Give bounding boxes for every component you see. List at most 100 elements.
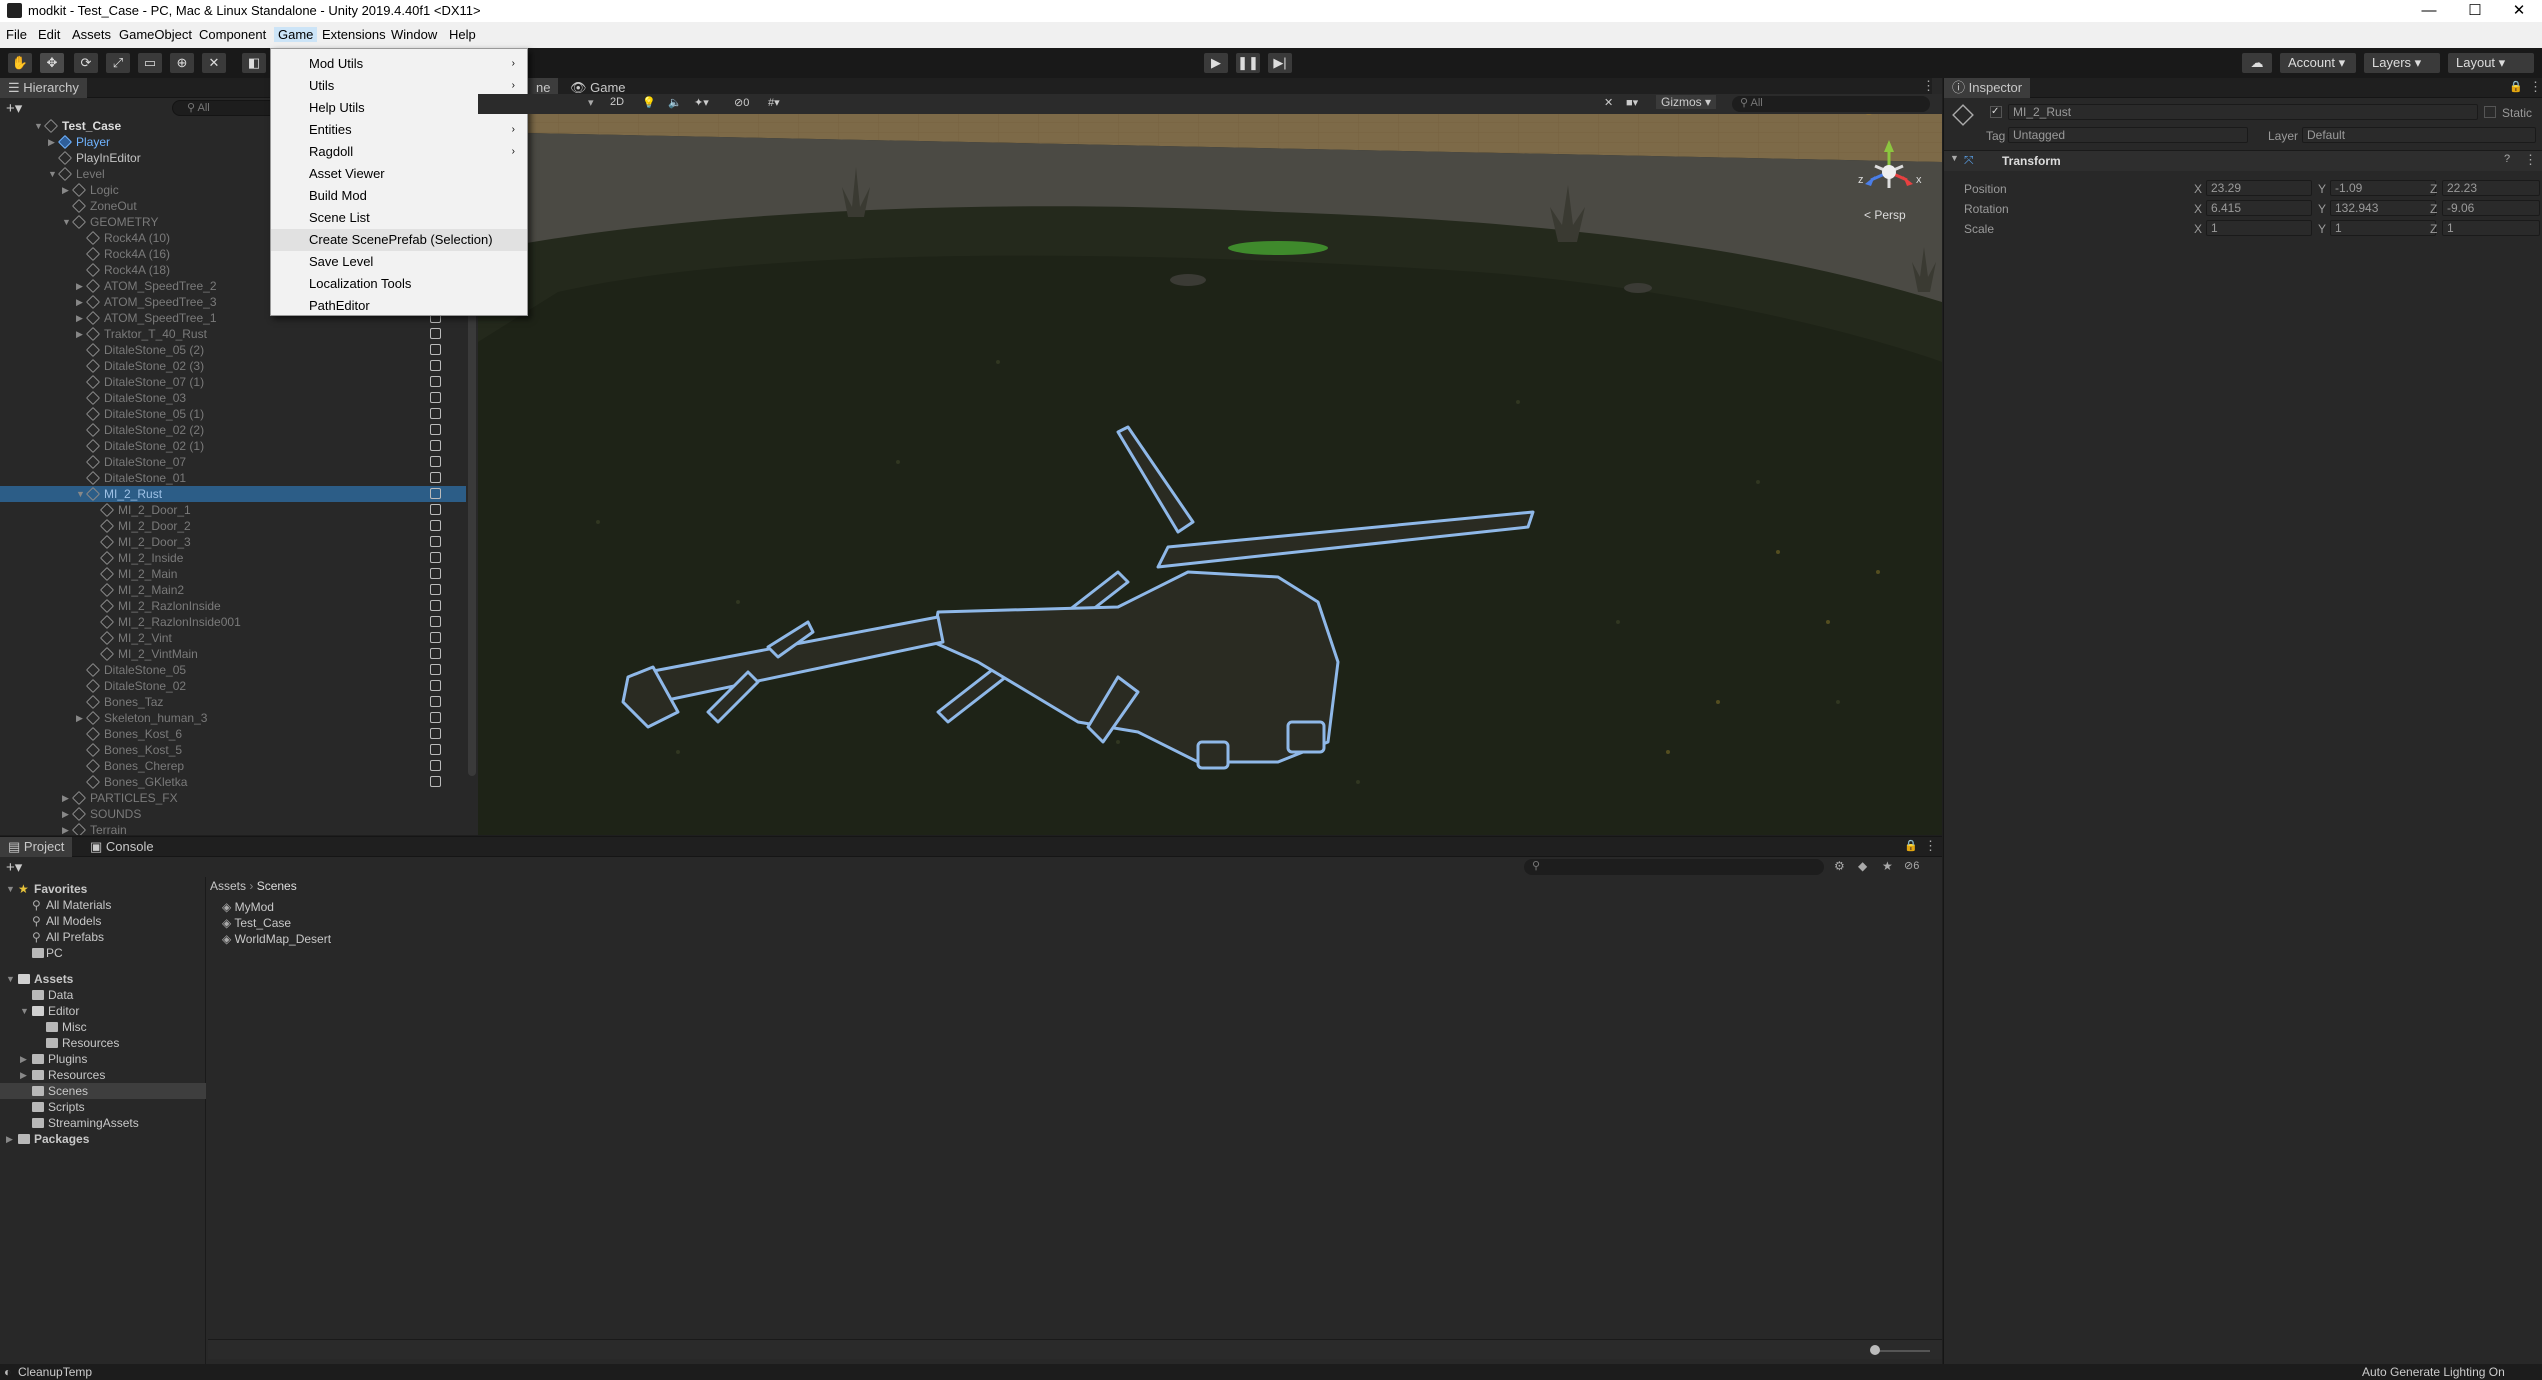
hidden-objects-toggle[interactable]: ⊘0 — [734, 96, 749, 109]
collapsed-arrow-icon[interactable]: ▶ — [76, 294, 83, 310]
game-menu-item[interactable]: Mod Utils › — [271, 53, 527, 75]
prefab-toggle-icon[interactable] — [430, 488, 441, 499]
prefab-toggle-icon[interactable] — [430, 584, 441, 595]
favorite-item[interactable]: PC — [0, 945, 206, 961]
rotation-z-field[interactable]: -9.06 — [2442, 200, 2540, 216]
breadcrumb-assets[interactable]: Assets — [210, 879, 246, 893]
position-z-field[interactable]: 22.23 — [2442, 180, 2540, 196]
inspector-lock-icon[interactable]: 🔒 — [2509, 80, 2523, 93]
prefab-toggle-icon[interactable] — [430, 328, 441, 339]
menu-window[interactable]: Window — [391, 27, 437, 42]
hierarchy-row[interactable]: DitaleStone_07 (1) — [0, 374, 466, 390]
prefab-toggle-icon[interactable] — [430, 552, 441, 563]
collapsed-arrow-icon[interactable]: ▶ — [76, 278, 83, 294]
rotation-x-field[interactable]: 6.415 — [2206, 200, 2312, 216]
hierarchy-row[interactable]: ▼ MI_2_Rust — [0, 486, 466, 502]
hierarchy-row[interactable]: ▶ Skeleton_human_3 — [0, 710, 466, 726]
hierarchy-row[interactable]: DitaleStone_05 — [0, 662, 466, 678]
tab-hierarchy[interactable]: ☰ Hierarchy — [0, 78, 87, 98]
collapsed-arrow-icon[interactable]: ▶ — [48, 134, 55, 150]
hierarchy-row[interactable]: MI_2_Inside — [0, 550, 466, 566]
game-menu-item[interactable]: Localization Tools — [271, 273, 527, 295]
rotation-y-field[interactable]: 132.943 — [2330, 200, 2436, 216]
hierarchy-row[interactable]: DitaleStone_05 (2) — [0, 342, 466, 358]
expanded-arrow-icon[interactable]: ▼ — [76, 486, 85, 502]
2d-toggle[interactable]: 2D — [606, 96, 628, 108]
menu-game[interactable]: Game — [274, 27, 318, 42]
layer-dropdown[interactable]: Default — [2302, 127, 2536, 143]
game-menu-item[interactable]: Build Mod — [271, 185, 527, 207]
layout-dropdown[interactable]: Layout ▾ — [2448, 53, 2534, 73]
scale-tool-icon[interactable]: ⤢ — [106, 53, 130, 73]
prefab-toggle-icon[interactable] — [430, 344, 441, 355]
game-menu-item[interactable]: Save Level — [271, 251, 527, 273]
gizmos-dropdown[interactable]: Gizmos ▾ — [1656, 95, 1717, 109]
menu-edit[interactable]: Edit — [38, 27, 60, 42]
help-icon[interactable]: ? — [2504, 153, 2510, 165]
prefab-toggle-icon[interactable] — [430, 696, 441, 707]
prefab-toggle-icon[interactable] — [430, 440, 441, 451]
move-tool-icon[interactable]: ✥ — [40, 53, 64, 73]
object-name-field[interactable]: MI_2_Rust — [2008, 104, 2478, 120]
hierarchy-row[interactable]: ▶ Terrain — [0, 822, 466, 835]
tab-inspector[interactable]: ⓘ Inspector — [1944, 78, 2031, 98]
transform-tool-icon[interactable]: ⊕ — [170, 53, 194, 73]
camera-dropdown-icon[interactable]: ■▾ — [1626, 96, 1638, 109]
hidden-packages-toggle[interactable]: ⊘6 — [1904, 859, 1919, 872]
expanded-arrow-icon[interactable]: ▼ — [20, 1003, 29, 1019]
transform-header[interactable]: ▼ ⤧ Transform ? ⋮ — [1944, 151, 2542, 171]
prefab-toggle-icon[interactable] — [430, 376, 441, 387]
hierarchy-row[interactable]: DitaleStone_05 (1) — [0, 406, 466, 422]
scene-file-item[interactable]: ◈ Test_Case — [222, 915, 291, 931]
project-folder-row[interactable]: ▶ Resources — [0, 1067, 206, 1083]
expanded-arrow-icon[interactable]: ▼ — [62, 214, 71, 230]
prefab-toggle-icon[interactable] — [430, 536, 441, 547]
create-asset-button[interactable]: +▾ — [6, 858, 22, 876]
prefab-toggle-icon[interactable] — [430, 680, 441, 691]
effects-toggle-icon[interactable]: ✦▾ — [694, 96, 709, 109]
prefab-toggle-icon[interactable] — [430, 504, 441, 515]
project-folder-row[interactable]: Resources — [0, 1035, 206, 1051]
prefab-toggle-icon[interactable] — [430, 600, 441, 611]
play-button-icon[interactable]: ▶ — [1204, 53, 1228, 73]
hierarchy-row[interactable]: MI_2_VintMain — [0, 646, 466, 662]
step-button-icon[interactable]: ▶| — [1268, 53, 1292, 73]
hierarchy-row[interactable]: MI_2_Vint — [0, 630, 466, 646]
hierarchy-row[interactable]: DitaleStone_07 — [0, 454, 466, 470]
hierarchy-row[interactable]: DitaleStone_02 (1) — [0, 438, 466, 454]
game-menu-item[interactable]: Entities › — [271, 119, 527, 141]
prefab-toggle-icon[interactable] — [430, 392, 441, 403]
prefab-toggle-icon[interactable] — [430, 472, 441, 483]
prefab-toggle-icon[interactable] — [430, 776, 441, 787]
scene-menu-icon[interactable]: ⋮ — [1922, 78, 1935, 94]
menu-extensions[interactable]: Extensions — [322, 27, 386, 42]
favorite-item[interactable]: ⚲ All Materials — [0, 897, 206, 913]
add-object-button[interactable]: +▾ — [6, 99, 22, 117]
tab-console[interactable]: ▣ Console — [82, 837, 162, 857]
audio-toggle-icon[interactable]: 🔈 — [668, 96, 682, 109]
rotate-tool-icon[interactable]: ⟳ — [74, 53, 98, 73]
prefab-toggle-icon[interactable] — [430, 568, 441, 579]
maximize-button[interactable]: ☐ — [2452, 0, 2498, 22]
prefab-toggle-icon[interactable] — [430, 616, 441, 627]
hierarchy-row[interactable]: Bones_GKletka — [0, 774, 466, 790]
project-folder-row[interactable]: Scripts — [0, 1099, 206, 1115]
hierarchy-row[interactable]: MI_2_Door_3 — [0, 534, 466, 550]
tag-dropdown[interactable]: Untagged — [2008, 127, 2248, 143]
hierarchy-row[interactable]: DitaleStone_02 (3) — [0, 358, 466, 374]
hierarchy-row[interactable]: DitaleStone_03 — [0, 390, 466, 406]
icon-size-slider-track[interactable] — [1874, 1350, 1930, 1352]
expanded-arrow-icon[interactable]: ▼ — [48, 166, 57, 182]
breadcrumb-scenes[interactable]: Scenes — [257, 879, 297, 893]
project-folder-row[interactable]: Scenes — [0, 1083, 206, 1099]
hierarchy-row[interactable]: Bones_Kost_6 — [0, 726, 466, 742]
scene-viewport[interactable]: y x z 🔒 < Persp — [478, 102, 1942, 835]
collapsed-arrow-icon[interactable]: ▶ — [20, 1051, 27, 1067]
hierarchy-row[interactable]: Bones_Cherep — [0, 758, 466, 774]
prefab-toggle-icon[interactable] — [430, 648, 441, 659]
shading-dropdown-icon[interactable]: ▾ — [588, 96, 594, 109]
favorite-star-icon[interactable]: ★ — [1882, 859, 1893, 873]
menu-component[interactable]: Component — [199, 27, 266, 42]
expanded-arrow-icon[interactable]: ▼ — [34, 118, 43, 134]
hierarchy-row[interactable]: MI_2_Door_2 — [0, 518, 466, 534]
